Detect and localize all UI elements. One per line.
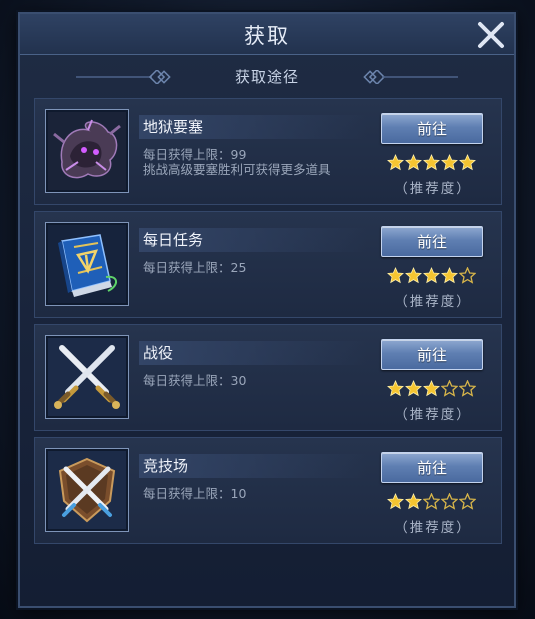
- recommend-stars: [387, 380, 479, 398]
- source-icon-frame: [45, 448, 129, 532]
- recommend-label: （推荐度）: [394, 407, 472, 423]
- source-name: 每日任务: [143, 231, 204, 249]
- star-filled-icon: [441, 267, 458, 284]
- source-card-hell-fortress: 地狱要塞 每日获得上限：99 挑战高级要塞胜利可获得更多道具 前往 （推荐度）: [34, 98, 502, 205]
- source-icon-frame: [45, 222, 129, 306]
- star-filled-icon: [441, 154, 458, 171]
- source-card-arena: 竞技场 每日获得上限：10 前往 （推荐度）: [34, 437, 502, 544]
- recommend-label: （推荐度）: [394, 294, 472, 310]
- daily-limit-text: 每日获得上限：10: [143, 486, 247, 501]
- star-filled-icon: [387, 493, 404, 510]
- star-empty-icon: [441, 380, 458, 397]
- goto-button[interactable]: 前往: [381, 452, 483, 483]
- source-icon-frame: [45, 109, 129, 193]
- quest-book-icon: [48, 225, 126, 303]
- star-filled-icon: [405, 154, 422, 171]
- goto-button[interactable]: 前往: [381, 226, 483, 257]
- daily-limit-text: 每日获得上限：25: [143, 260, 247, 275]
- star-filled-icon: [387, 267, 404, 284]
- star-filled-icon: [405, 380, 422, 397]
- source-icon-frame: [45, 335, 129, 419]
- source-card-campaign: 战役 每日获得上限：30 前往 （推荐度）: [34, 324, 502, 431]
- name-highlight-bar: [139, 341, 367, 365]
- star-empty-icon: [459, 493, 476, 510]
- star-empty-icon: [459, 267, 476, 284]
- source-name: 竞技场: [143, 457, 189, 475]
- star-empty-icon: [423, 493, 440, 510]
- star-filled-icon: [423, 154, 440, 171]
- star-filled-icon: [423, 267, 440, 284]
- source-card-daily-quest: 每日任务 每日获得上限：25 前往 （推荐度）: [34, 211, 502, 318]
- daily-limit-text: 每日获得上限：99: [143, 147, 247, 162]
- source-description: 每日获得上限：30: [143, 373, 246, 388]
- tip-text: 挑战高级要塞胜利可获得更多道具: [143, 162, 331, 177]
- acquire-dialog: 获取 获取途径 地狱要塞 每日获得上限：99 挑战高级要塞胜利可获得更多道具 前…: [18, 12, 516, 608]
- star-filled-icon: [387, 154, 404, 171]
- section-header: 获取途径: [20, 66, 514, 90]
- recommend-stars: [387, 154, 479, 172]
- ornament-right-icon: [363, 70, 458, 84]
- source-description: 每日获得上限：99 挑战高级要塞胜利可获得更多道具: [143, 147, 331, 177]
- dragon-icon: [48, 112, 126, 190]
- star-filled-icon: [423, 380, 440, 397]
- recommend-label: （推荐度）: [394, 181, 472, 197]
- close-icon[interactable]: [474, 18, 508, 52]
- source-description: 每日获得上限：25: [143, 260, 246, 275]
- recommend-stars: [387, 267, 479, 285]
- star-filled-icon: [387, 380, 404, 397]
- shield-swords-icon: [48, 451, 126, 529]
- recommend-label: （推荐度）: [394, 520, 472, 536]
- recommend-stars: [387, 493, 479, 511]
- source-name: 地狱要塞: [143, 118, 204, 136]
- goto-button[interactable]: 前往: [381, 339, 483, 370]
- star-empty-icon: [459, 380, 476, 397]
- dialog-title-bar: 获取: [20, 14, 514, 55]
- crossed-swords-icon: [48, 338, 126, 416]
- star-filled-icon: [405, 267, 422, 284]
- goto-button[interactable]: 前往: [381, 113, 483, 144]
- star-empty-icon: [441, 493, 458, 510]
- source-description: 每日获得上限：10: [143, 486, 246, 501]
- dialog-title: 获取: [244, 24, 290, 48]
- star-filled-icon: [459, 154, 476, 171]
- source-name: 战役: [143, 344, 174, 362]
- daily-limit-text: 每日获得上限：30: [143, 373, 247, 388]
- star-filled-icon: [405, 493, 422, 510]
